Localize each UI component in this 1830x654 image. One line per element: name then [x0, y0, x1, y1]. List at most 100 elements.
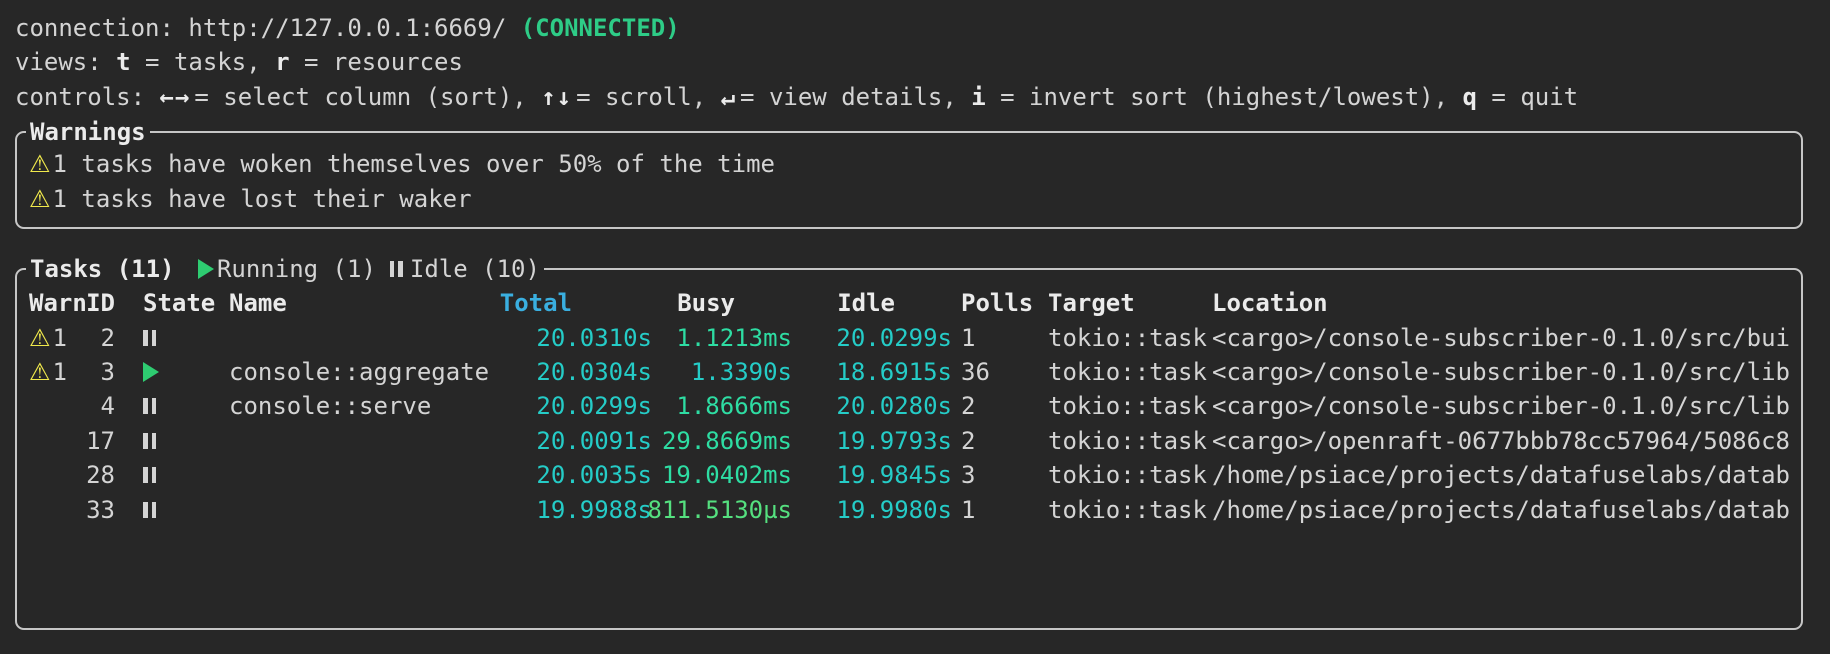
cell-busy: 19.0402ms	[652, 461, 792, 489]
cell-warn-count: 1	[53, 324, 67, 352]
warning-item: ⚠1 tasks have woken themselves over 50% …	[29, 147, 1791, 181]
warnings-panel-title: Warnings	[26, 114, 150, 150]
key-quit: q	[1463, 83, 1477, 111]
cell-target: tokio::task	[1048, 496, 1212, 524]
column-header-warn[interactable]: Warn	[29, 289, 86, 317]
tasks-table-body: ⚠1 2 20.0310s 1.1213ms 20.0299s 1 tokio:…	[29, 320, 1791, 526]
cell-busy: 1.3390s	[652, 358, 792, 386]
key-invert-sort: i	[971, 83, 985, 111]
column-header-polls[interactable]: Polls	[952, 289, 1048, 317]
task-row[interactable]: ⚠1 3 console::aggregate 20.0304s 1.3390s…	[29, 355, 1791, 389]
cell-total: 19.9988s	[487, 496, 652, 524]
cell-task-id: 28	[86, 461, 115, 489]
warning-triangle-icon: ⚠	[29, 150, 51, 178]
column-header-id[interactable]: ID	[86, 289, 115, 317]
pause-icon	[143, 330, 156, 346]
cell-task-id: 17	[86, 427, 115, 455]
column-header-total-sorted[interactable]: Total	[487, 289, 652, 317]
task-row[interactable]: 28 20.0035s 19.0402ms 19.9845s 3 tokio::…	[29, 458, 1791, 492]
cell-task-id: 33	[86, 496, 115, 524]
terminal-screen: connection: http://127.0.0.1:6669/ (CONN…	[0, 0, 1830, 654]
cell-idle: 19.9980s	[792, 496, 952, 524]
connection-label: connection:	[15, 14, 188, 42]
column-header-target[interactable]: Target	[1048, 289, 1212, 317]
key-resources: r	[275, 48, 289, 76]
warning-triangle-icon: ⚠	[29, 324, 51, 352]
controls-seg3: = view details,	[740, 83, 971, 111]
cell-polls: 3	[952, 461, 1048, 489]
tasks-table-header: Warn ID State Name Total Busy Idle Polls…	[29, 286, 1791, 320]
task-row[interactable]: ⚠1 2 20.0310s 1.1213ms 20.0299s 1 tokio:…	[29, 320, 1791, 354]
cell-warn-count: 1	[53, 358, 67, 386]
cell-idle: 19.9793s	[792, 427, 952, 455]
pause-icon	[143, 467, 156, 483]
cell-location: <cargo>/console-subscriber-0.1.0/src/lib…	[1212, 358, 1791, 386]
up-down-arrows-icon: ↑↓	[541, 83, 572, 111]
views-label: views:	[15, 48, 116, 76]
task-row[interactable]: 17 20.0091s 29.8669ms 19.9793s 2 tokio::…	[29, 424, 1791, 458]
cell-idle: 18.6915s	[792, 358, 952, 386]
controls-label: controls:	[15, 83, 160, 111]
pause-icon	[143, 433, 156, 449]
cell-total: 20.0035s	[487, 461, 652, 489]
controls-seg5: = quit	[1477, 83, 1578, 111]
pause-icon	[143, 398, 156, 414]
task-row[interactable]: 4 console::serve 20.0299s 1.8666ms 20.02…	[29, 389, 1791, 423]
controls-seg4: = invert sort (highest/lowest),	[986, 83, 1463, 111]
tasks-panel: Tasks (11) Running (1)Idle (10) Warn ID …	[15, 268, 1803, 630]
cell-polls: 2	[952, 427, 1048, 455]
cell-polls: 36	[952, 358, 1048, 386]
cell-total: 20.0304s	[487, 358, 652, 386]
cell-target: tokio::task	[1048, 392, 1212, 420]
column-header-idle[interactable]: Idle	[792, 289, 952, 317]
cell-task-id: 2	[86, 324, 115, 352]
cell-total: 20.0299s	[487, 392, 652, 420]
cell-task-id: 3	[86, 358, 115, 386]
warnings-panel: Warnings ⚠1 tasks have woken themselves …	[15, 131, 1803, 229]
key-tasks: t	[116, 48, 130, 76]
warnings-list: ⚠1 tasks have woken themselves over 50% …	[17, 133, 1801, 216]
cell-location: /home/psiace/projects/datafuselabs/datab…	[1212, 461, 1791, 489]
warning-triangle-icon: ⚠	[29, 185, 51, 213]
cell-busy: 1.1213ms	[652, 324, 792, 352]
left-right-arrows-icon: ←→	[160, 83, 191, 111]
warning-item: ⚠1 tasks have lost their waker	[29, 181, 1791, 215]
column-header-state[interactable]: State	[115, 289, 229, 317]
cell-busy: 1.8666ms	[652, 392, 792, 420]
cell-polls: 1	[952, 324, 1048, 352]
controls-seg1: = select column (sort),	[194, 83, 541, 111]
cell-idle: 20.0280s	[792, 392, 952, 420]
warning-text: 1 tasks have lost their waker	[53, 185, 472, 213]
cell-busy: 29.8669ms	[652, 427, 792, 455]
cell-location: /home/psiace/projects/datafuselabs/datab…	[1212, 496, 1791, 524]
column-header-busy[interactable]: Busy	[652, 289, 792, 317]
views-seg2: = resources	[290, 48, 463, 76]
cell-name: console::aggregate	[229, 358, 487, 386]
tasks-table: Warn ID State Name Total Busy Idle Polls…	[17, 270, 1801, 628]
cell-state	[115, 330, 229, 346]
enter-key-icon: ↵	[721, 83, 736, 111]
column-header-name[interactable]: Name	[229, 289, 487, 317]
warning-text: 1 tasks have woken themselves over 50% o…	[53, 150, 775, 178]
cell-target: tokio::task	[1048, 358, 1212, 386]
cell-polls: 2	[952, 392, 1048, 420]
play-icon	[143, 362, 159, 382]
cell-state	[115, 398, 229, 414]
cell-state	[115, 502, 229, 518]
cell-total: 20.0310s	[487, 324, 652, 352]
cell-target: tokio::task	[1048, 324, 1212, 352]
task-row[interactable]: 33 19.9988s 811.5130µs 19.9980s 1 tokio:…	[29, 492, 1791, 526]
cell-name: console::serve	[229, 392, 487, 420]
column-header-location[interactable]: Location	[1212, 289, 1791, 317]
cell-location: <cargo>/openraft-0677bbb78cc57964/5086c8…	[1212, 427, 1791, 455]
cell-state	[115, 467, 229, 483]
cell-location: <cargo>/console-subscriber-0.1.0/src/lib…	[1212, 392, 1791, 420]
pause-icon	[143, 502, 156, 518]
controls-line: controls: ←→= select column (sort), ↑↓ = …	[15, 80, 1578, 114]
cell-state	[115, 433, 229, 449]
connection-line: connection: http://127.0.0.1:6669/ (CONN…	[15, 11, 680, 45]
cell-state	[115, 362, 229, 382]
cell-busy: 811.5130µs	[652, 496, 792, 524]
warning-triangle-icon: ⚠	[29, 358, 51, 386]
cell-location: <cargo>/console-subscriber-0.1.0/src/bui…	[1212, 324, 1791, 352]
